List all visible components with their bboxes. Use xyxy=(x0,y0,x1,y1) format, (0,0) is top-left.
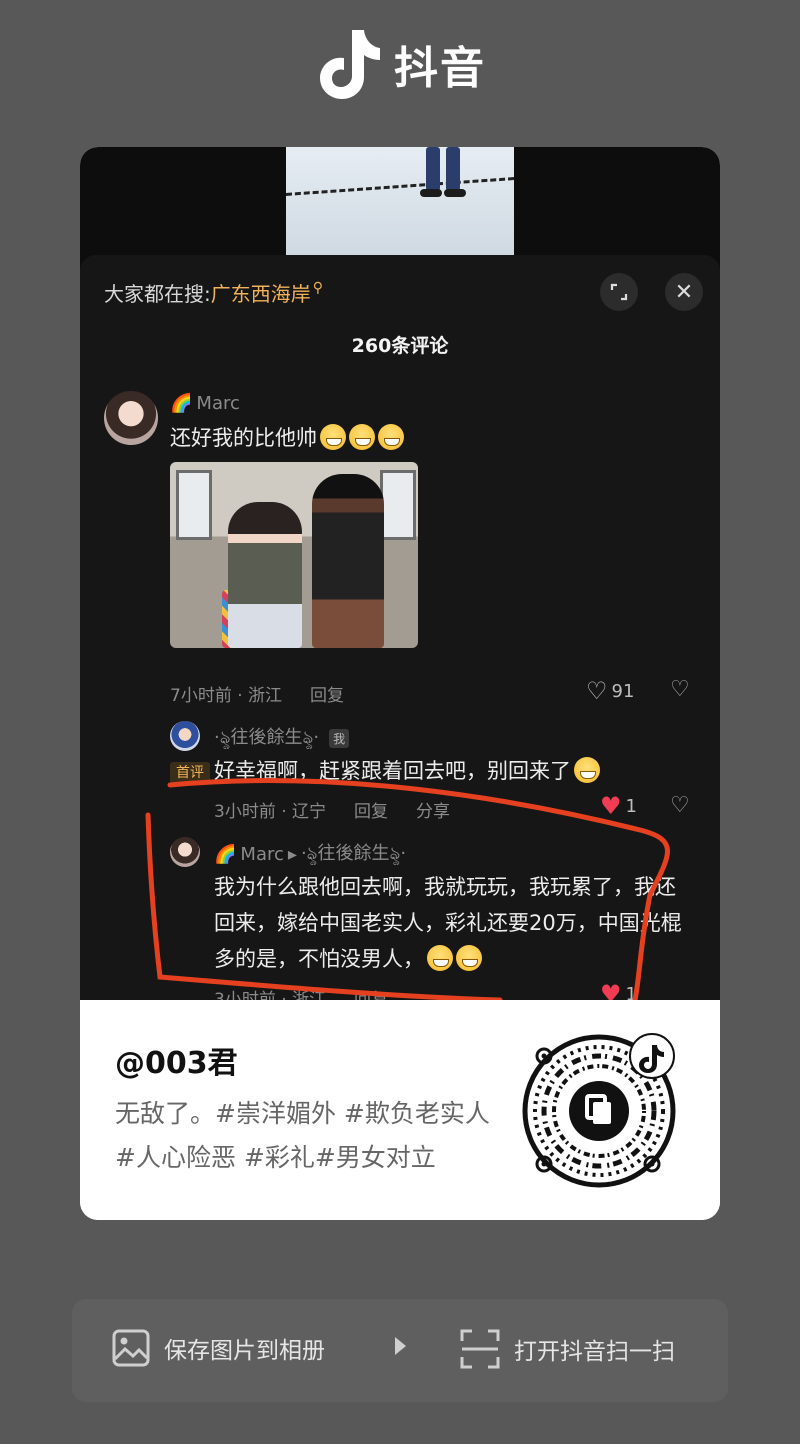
comments-panel: 大家都在搜: 广东西海岸 ⚲ ✕ 260条评论 🌈 Marc 还好我的比他帅 首… xyxy=(80,255,720,1000)
avatar[interactable] xyxy=(170,837,200,867)
like-button[interactable]: ♥ 1 xyxy=(600,982,637,1000)
scan-label: 打开抖音扫一扫 xyxy=(514,1339,675,1365)
grin-emoji-icon xyxy=(378,424,404,450)
like-button[interactable]: ♥ 1 xyxy=(600,794,637,818)
reply-button[interactable]: 回复 xyxy=(310,681,344,706)
first-comment-tag: 首评 xyxy=(170,762,210,784)
reply-to-username[interactable]: ·ৡ往後餘生ৡ· xyxy=(301,839,406,870)
avatar[interactable] xyxy=(170,721,200,751)
laugh-emoji-icon xyxy=(427,945,453,971)
comment-photo[interactable] xyxy=(170,462,418,648)
comment-time-location: 7小时前 · 浙江 xyxy=(170,686,283,706)
dislike-button[interactable]: ♡ xyxy=(670,793,690,818)
grin-emoji-icon xyxy=(456,945,482,971)
action-bar: 保存图片到相册 打开抖音扫一扫 xyxy=(72,1299,728,1402)
reply-arrow-icon: ▸ xyxy=(287,844,297,865)
broken-heart-icon: ♡ xyxy=(670,677,690,702)
close-icon: ✕ xyxy=(674,279,694,305)
like-count: 1 xyxy=(625,795,637,817)
heart-filled-icon: ♥ xyxy=(600,980,622,1000)
heart-outline-icon: ♡ xyxy=(586,677,608,705)
reply-text: 我为什么跟他回去啊，我就玩玩，我玩累了，我还回来，嫁给中国老实人，彩礼还要20万… xyxy=(214,869,694,977)
save-to-album-button[interactable]: 保存图片到相册 xyxy=(112,1329,325,1367)
smile-emoji-icon xyxy=(574,757,600,783)
search-icon: ⚲ xyxy=(312,280,324,296)
username-text: Marc xyxy=(196,393,240,414)
me-badge: 我 xyxy=(329,729,350,748)
qr-code xyxy=(522,1033,676,1188)
reply-meta: 3小时前 · 辽宁 回复 分享 xyxy=(214,797,450,822)
reply-username[interactable]: 🌈 Marc ▸ ·ৡ往後餘生ৡ· xyxy=(214,839,406,870)
video-thumbnail[interactable] xyxy=(286,147,514,255)
broken-heart-icon: ♡ xyxy=(670,793,690,818)
search-suggestion[interactable]: 大家都在搜: 广东西海岸 ⚲ xyxy=(104,275,323,309)
like-count: 91 xyxy=(611,680,635,702)
share-button[interactable]: 分享 xyxy=(416,797,450,822)
username-text: ·ৡ往後餘生ৡ· xyxy=(214,727,320,748)
reply-time-location: 3小时前 · 浙江 xyxy=(214,990,327,1000)
reply-button[interactable]: 回复 xyxy=(354,985,388,1000)
reply-time-location: 3小时前 · 辽宁 xyxy=(214,802,327,822)
heart-filled-icon: ♥ xyxy=(600,792,622,820)
grin-emoji-icon xyxy=(349,424,375,450)
douyin-note-icon xyxy=(320,30,380,99)
reply-username[interactable]: ·ৡ往後餘生ৡ· 我 xyxy=(214,723,350,754)
reply-meta: 3小时前 · 浙江 回复 xyxy=(214,985,388,1000)
rainbow-badge-icon: 🌈 xyxy=(214,844,237,865)
author-handle: @003君 xyxy=(115,1046,238,1081)
video-description: 无敌了。#崇洋媚外 #欺负老实人 #人心险恶 #彩礼#男女对立 xyxy=(115,1099,490,1172)
search-term[interactable]: 广东西海岸 xyxy=(211,278,311,307)
brand-header: 抖音 xyxy=(0,26,800,102)
expand-button[interactable] xyxy=(600,273,638,311)
scan-button[interactable]: 打开抖音扫一扫 xyxy=(460,1329,675,1369)
rainbow-badge-icon: 🌈 xyxy=(170,393,193,414)
scan-icon xyxy=(460,1329,500,1369)
search-label: 大家都在搜: xyxy=(104,281,211,306)
share-info: @003君 无敌了。#崇洋媚外 #欺负老实人 #人心险恶 #彩礼#男女对立 xyxy=(80,1000,720,1220)
share-card: 大家都在搜: 广东西海岸 ⚲ ✕ 260条评论 🌈 Marc 还好我的比他帅 首… xyxy=(80,147,720,1220)
like-button[interactable]: ♡ 91 xyxy=(586,679,634,703)
like-count: 1 xyxy=(625,983,637,1001)
comment-username[interactable]: 🌈 Marc xyxy=(170,393,240,414)
image-icon xyxy=(112,1329,150,1367)
expand-icon xyxy=(610,283,628,301)
comment-text-body: 还好我的比他帅 xyxy=(170,426,317,450)
comment-text: 还好我的比他帅 xyxy=(170,420,404,456)
comment-meta: 7小时前 · 浙江 回复 xyxy=(170,681,344,706)
play-arrow-icon xyxy=(395,1337,406,1355)
username-text: Marc xyxy=(240,844,284,865)
dislike-button[interactable]: ♡ xyxy=(670,677,690,702)
comment-count: 260条评论 xyxy=(351,335,449,357)
save-label: 保存图片到相册 xyxy=(164,1338,325,1364)
brand-name: 抖音 xyxy=(394,43,486,94)
reply-text-body: 好幸福啊，赶紧跟着回去吧，别回来了 xyxy=(214,759,571,783)
grin-emoji-icon xyxy=(320,424,346,450)
avatar[interactable] xyxy=(104,391,158,445)
reply-text: 好幸福啊，赶紧跟着回去吧，别回来了 xyxy=(214,753,600,789)
close-button[interactable]: ✕ xyxy=(665,273,703,311)
reply-button[interactable]: 回复 xyxy=(354,797,388,822)
